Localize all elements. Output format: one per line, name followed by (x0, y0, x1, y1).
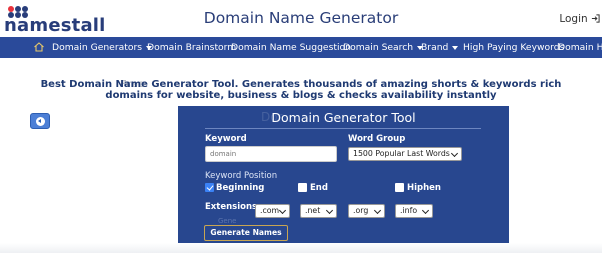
nav-item-domain-search[interactable]: Domain Search (343, 37, 424, 58)
nav-item-label: High Paying Keywords (463, 42, 565, 53)
nav-item-label: Domain Brainstorm (147, 42, 237, 53)
word-group-value: 1500 Popular Last Words (353, 149, 450, 158)
login-label: Login (559, 13, 588, 25)
extension-select-4[interactable]: .info (395, 204, 433, 218)
chevron-down-icon (278, 206, 287, 215)
keyword-position-label: Keyword Position (205, 171, 278, 181)
domain-generator-panel: Dor Domain Generator Tool Keyword domain… (178, 106, 509, 253)
nav-item-label: Domain Generators (52, 42, 143, 53)
side-toggle-button[interactable] (30, 113, 50, 129)
extension-select-3[interactable]: .org (348, 204, 385, 218)
nav-item-domain-ha[interactable]: Domain Ha (558, 37, 602, 58)
chevron-down-icon (373, 206, 382, 215)
extension-value: .org (353, 206, 369, 215)
main-nav: Domain Generators Domain Brainstorm Doma… (0, 37, 602, 58)
hiphen-checkbox[interactable] (395, 183, 404, 192)
extension-select-2[interactable]: .net (300, 204, 337, 218)
end-label: End (310, 183, 328, 193)
nav-item-brand[interactable]: Brand (421, 37, 459, 58)
beginning-checkbox[interactable] (205, 183, 214, 192)
top-bar: namestall Domain Name Generator Login (0, 0, 602, 37)
extension-select-1[interactable]: .com (255, 204, 290, 218)
word-group-label: Word Group (348, 134, 406, 144)
nav-item-domain-generators[interactable]: Domain Generators (52, 37, 153, 58)
nav-item-label: Domain Ha (558, 42, 602, 53)
chevron-down-icon (450, 149, 459, 158)
nav-item-label: Domain Search (343, 42, 414, 53)
tool-title: Domain Generator Tool (271, 110, 416, 125)
arrow-left-icon (36, 117, 45, 126)
page-bottom-edge (0, 243, 602, 253)
keyword-label: Keyword (205, 134, 247, 144)
headline-line-2: domains for website, business & blogs & … (105, 90, 497, 101)
nav-item-label: Domain Name Suggestion (231, 42, 351, 53)
nav-item-domain-brainstorm[interactable]: Domain Brainstorm (147, 37, 236, 58)
keyword-input[interactable]: domain (205, 146, 337, 162)
extension-value: .net (305, 206, 321, 215)
caret-down-icon (452, 45, 459, 50)
extension-value: .com (260, 206, 280, 215)
generate-names-button[interactable]: Generate Names (204, 225, 288, 241)
nav-item-high-paying-keywords[interactable]: High Paying Keywords (463, 37, 564, 58)
nav-item-label: Brand (421, 42, 449, 53)
login-icon (591, 14, 600, 23)
ghost-generate-text: Gene (218, 217, 237, 225)
home-icon[interactable] (33, 41, 45, 53)
chevron-down-icon (421, 206, 430, 215)
extensions-label: Extensions (205, 202, 258, 212)
login-link[interactable]: Login (559, 13, 600, 25)
chevron-down-icon (325, 206, 334, 215)
nav-item-domain-name-suggestion[interactable]: Domain Name Suggestion (231, 37, 351, 58)
divider (205, 128, 481, 129)
end-checkbox[interactable] (298, 183, 307, 192)
hiphen-label: Hiphen (407, 183, 441, 193)
beginning-label: Beginning (216, 183, 265, 193)
extension-value: .info (400, 206, 418, 215)
word-group-select[interactable]: 1500 Popular Last Words (348, 147, 462, 161)
site-title: Domain Name Generator (203, 9, 399, 27)
headline-line-1: Best Domain Name Generator Tool. Generat… (40, 79, 562, 90)
